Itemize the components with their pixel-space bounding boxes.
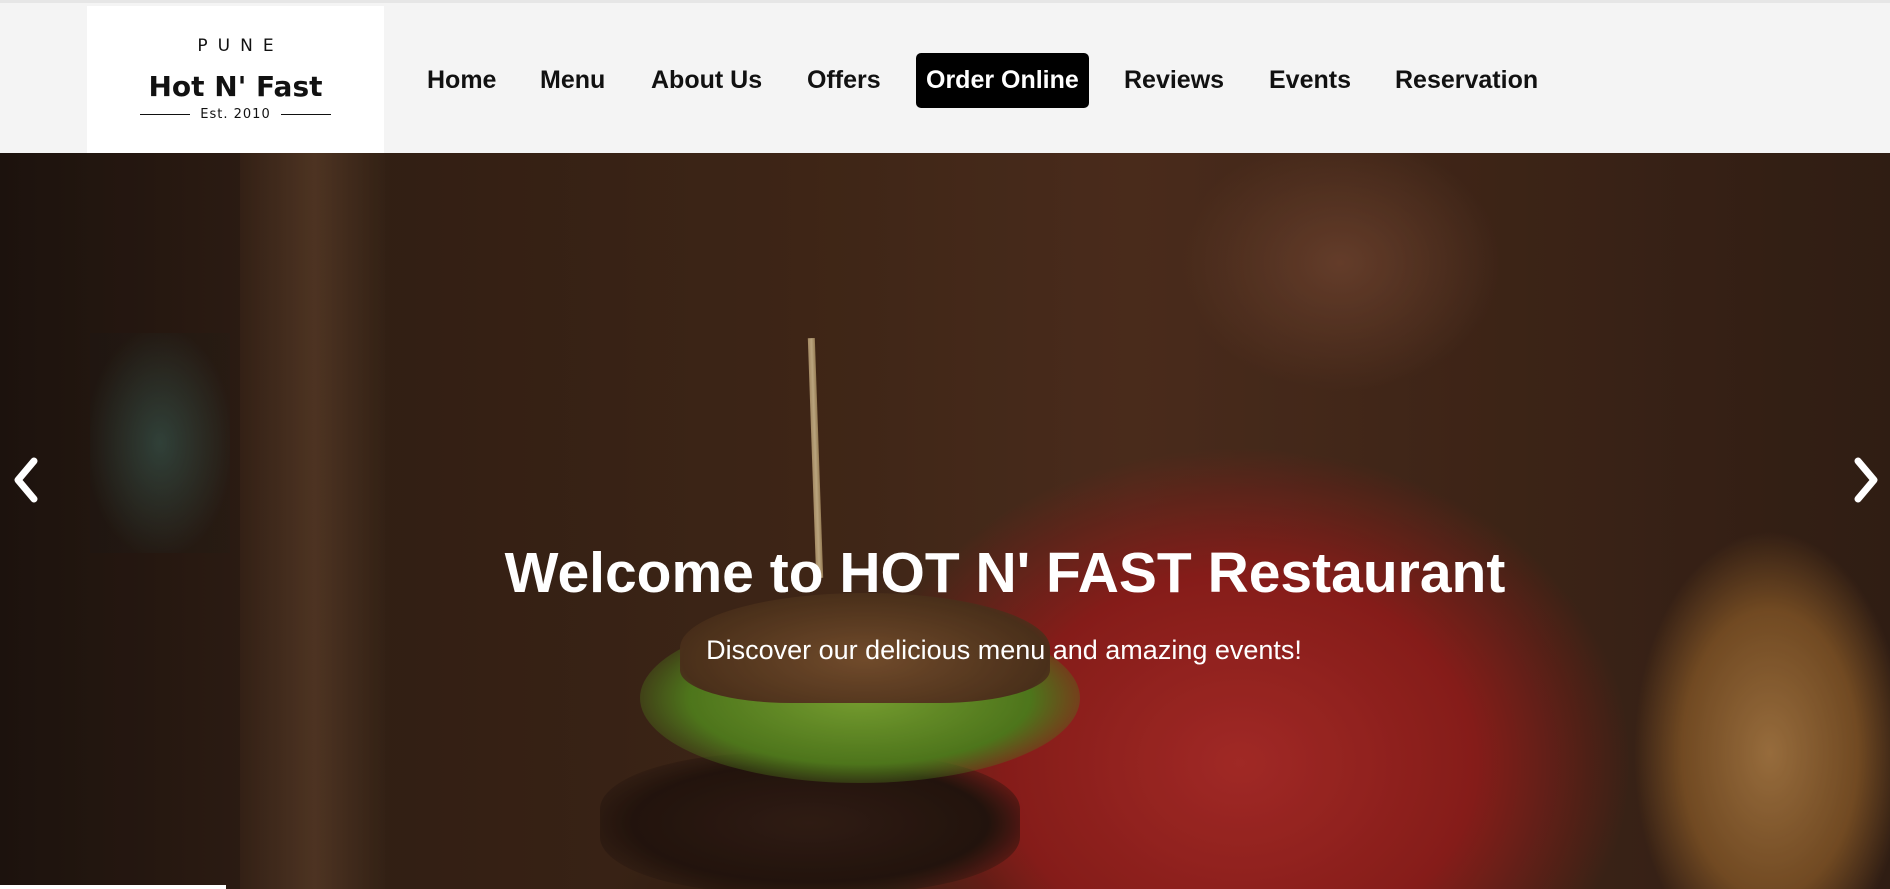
scroll-indicator (0, 885, 226, 889)
nav-offers[interactable]: Offers (807, 53, 881, 108)
hero-title: Welcome to HOT N' FAST Restaurant (504, 541, 1506, 605)
carousel-prev-button[interactable] (6, 450, 46, 510)
nav-about-us[interactable]: About Us (651, 53, 762, 108)
hero-title-container: Welcome to HOT N' FAST Restaurant (0, 540, 1890, 606)
chevron-right-icon (1854, 457, 1878, 503)
chevron-left-icon (14, 457, 38, 503)
logo-rule-left (140, 114, 191, 115)
nav-order-online[interactable]: Order Online (916, 53, 1089, 108)
nav-reviews[interactable]: Reviews (1124, 53, 1224, 108)
site-header: PUNE Hot N' Fast Est. 2010 Home Menu Abo… (0, 0, 1890, 156)
hero-subtitle: Discover our delicious menu and amazing … (706, 635, 1302, 665)
hero-overlay (0, 153, 1890, 889)
logo-established: Est. 2010 (87, 107, 384, 122)
nav-events[interactable]: Events (1269, 53, 1351, 108)
hero-carousel: Welcome to HOT N' FAST Restaurant Discov… (0, 153, 1890, 889)
logo-city: PUNE (197, 36, 284, 56)
logo-name: Hot N' Fast (148, 70, 323, 103)
hero-subtitle-container: Discover our delicious menu and amazing … (0, 635, 1890, 666)
nav-home[interactable]: Home (427, 53, 496, 108)
nav-reservation[interactable]: Reservation (1395, 53, 1538, 108)
logo[interactable]: PUNE Hot N' Fast Est. 2010 (87, 6, 384, 156)
carousel-next-button[interactable] (1846, 450, 1886, 510)
nav-menu[interactable]: Menu (540, 53, 605, 108)
logo-rule-right (280, 114, 331, 115)
logo-established-text: Est. 2010 (200, 107, 271, 122)
